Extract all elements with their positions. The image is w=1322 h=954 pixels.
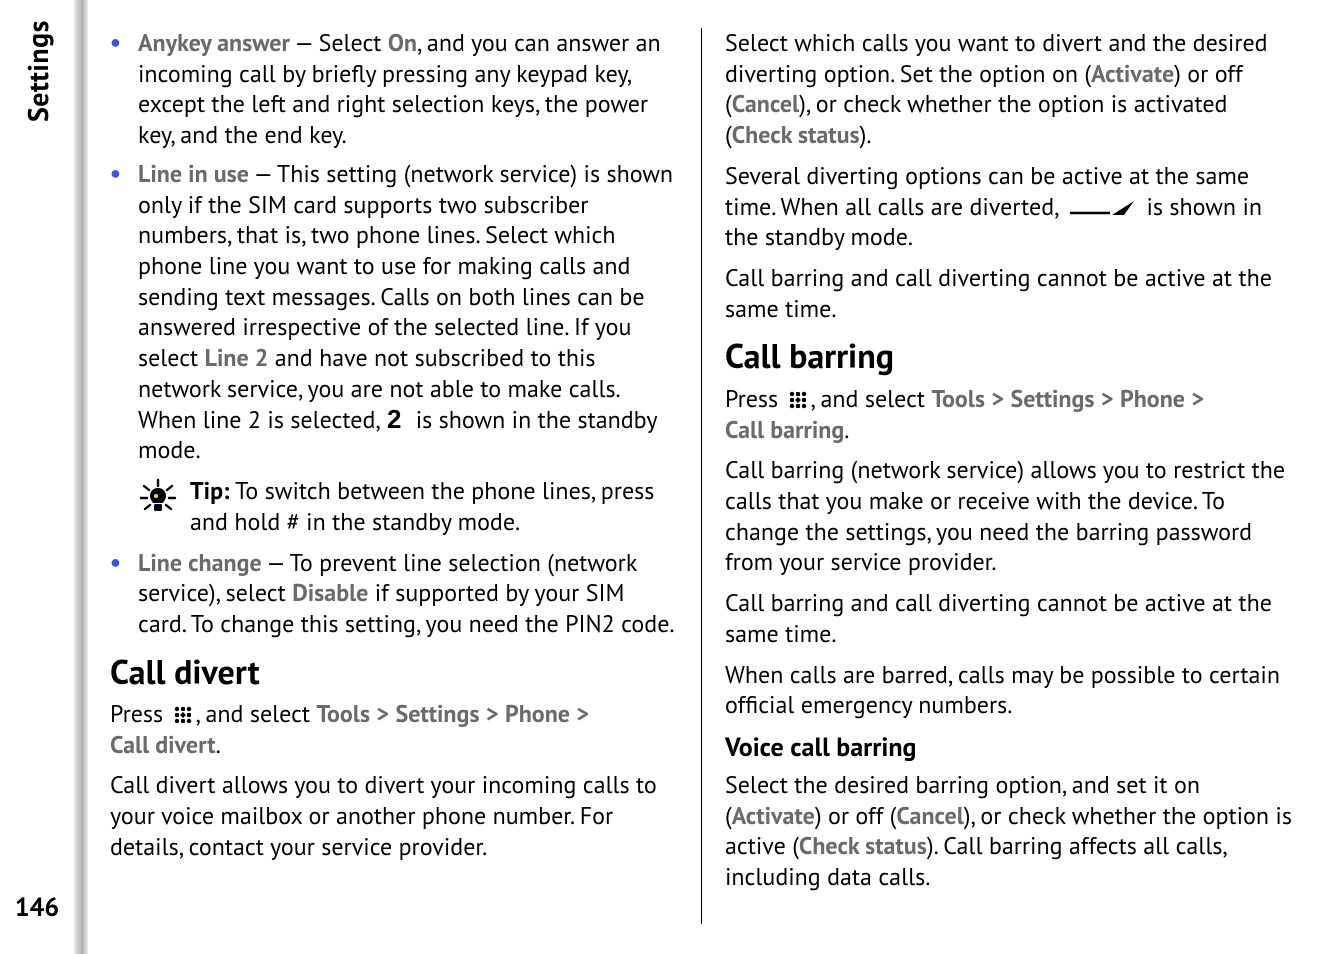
- text: — Select: [290, 27, 388, 58]
- heading-call-barring: Call barring: [725, 338, 1292, 375]
- digit-2-icon: 2: [387, 406, 407, 432]
- nav-phone: Phone: [1120, 383, 1185, 414]
- list-item: Line change — To prevent line selection …: [110, 548, 677, 640]
- paragraph: Select which calls you want to divert an…: [725, 28, 1292, 151]
- text: ) or off (: [815, 800, 897, 831]
- text: Press: [725, 383, 785, 414]
- menu-key-icon: [787, 389, 809, 411]
- sidebar-divider: [74, 0, 88, 954]
- heading-call-divert: Call divert: [110, 654, 677, 691]
- text: To switch between the phone lines, press…: [190, 475, 654, 537]
- term-anykey-answer: Anykey answer: [138, 27, 290, 58]
- option-disable: Disable: [292, 577, 368, 608]
- text: .: [216, 729, 221, 760]
- paragraph: Call barring (network service) allows yo…: [725, 455, 1292, 578]
- term-line-change: Line change: [138, 547, 262, 578]
- nav-call-barring: Call barring: [725, 414, 844, 445]
- chevron-right-icon: >: [1191, 383, 1204, 414]
- chevron-right-icon: >: [576, 698, 589, 729]
- tip-text: Tip: To switch between the phone lines, …: [190, 476, 677, 537]
- paragraph: Several diverting options can be active …: [725, 161, 1292, 253]
- nav-settings: Settings: [1010, 383, 1094, 414]
- list-item: Anykey answer — Select On, and you can a…: [110, 28, 677, 151]
- option-line-2: Line 2: [205, 342, 269, 373]
- paragraph: When calls are barred, calls may be poss…: [725, 660, 1292, 721]
- option-activate: Activate: [732, 800, 815, 831]
- chevron-right-icon: >: [486, 698, 499, 729]
- chevron-right-icon: >: [991, 383, 1004, 414]
- sidebar: Settings 146: [0, 0, 74, 954]
- column-separator: [701, 28, 702, 924]
- text: .: [844, 414, 849, 445]
- menu-key-icon: [172, 704, 194, 726]
- tip-callout: Tip: To switch between the phone lines, …: [138, 476, 677, 537]
- text: , and select: [196, 698, 317, 729]
- page-number: 146: [15, 891, 59, 924]
- list-item: Line in use — This setting (network serv…: [110, 159, 677, 466]
- section-title: Settings: [19, 20, 56, 122]
- nav-path: Press , and select Tools > Settings > Ph…: [110, 699, 677, 760]
- chevron-right-icon: >: [376, 698, 389, 729]
- term-line-in-use: Line in use: [138, 158, 249, 189]
- settings-bullet-list: Anykey answer — Select On, and you can a…: [110, 28, 677, 466]
- divert-indicator-icon: [1066, 197, 1138, 219]
- option-check-status: Check status: [732, 119, 860, 150]
- svg-text:2: 2: [387, 406, 401, 432]
- text: , and select: [811, 383, 932, 414]
- heading-voice-call-barring: Voice call barring: [725, 731, 1292, 764]
- settings-bullet-list: Line change — To prevent line selection …: [110, 548, 677, 640]
- nav-path: Press , and select Tools > Settings > Ph…: [725, 384, 1292, 445]
- text: Press: [110, 698, 170, 729]
- chevron-right-icon: >: [1101, 383, 1114, 414]
- tip-label: Tip:: [190, 475, 230, 506]
- text: — This setting (network service) is show…: [138, 158, 673, 373]
- paragraph: Call divert allows you to divert your in…: [110, 770, 677, 862]
- nav-call-divert: Call divert: [110, 729, 216, 760]
- paragraph: Call barring and call diverting cannot b…: [725, 588, 1292, 649]
- nav-settings: Settings: [395, 698, 479, 729]
- nav-tools: Tools: [931, 383, 985, 414]
- paragraph: Select the desired barring option, and s…: [725, 770, 1292, 893]
- nav-tools: Tools: [316, 698, 370, 729]
- option-on: On: [388, 27, 417, 58]
- page-content: Anykey answer — Select On, and you can a…: [110, 28, 1292, 924]
- nav-phone: Phone: [505, 698, 570, 729]
- option-check-status: Check status: [799, 830, 927, 861]
- text: ).: [860, 119, 872, 150]
- option-cancel: Cancel: [732, 88, 799, 119]
- option-activate: Activate: [1091, 58, 1174, 89]
- paragraph: Call barring and call diverting cannot b…: [725, 263, 1292, 324]
- option-cancel: Cancel: [896, 800, 963, 831]
- lightbulb-icon: [138, 478, 178, 518]
